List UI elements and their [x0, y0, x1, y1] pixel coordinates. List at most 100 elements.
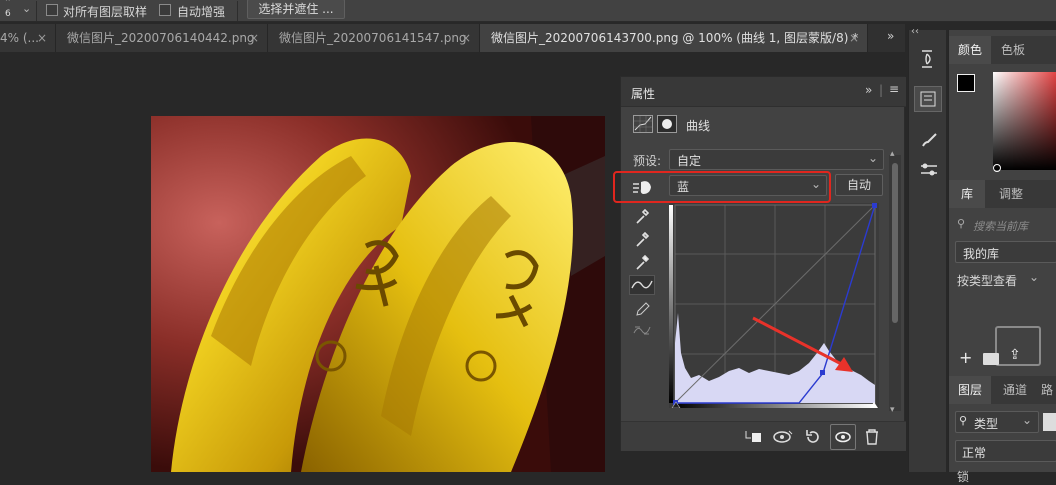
library-actions: + ⇪ — [953, 346, 1056, 370]
tab-label: 微信图片_20200706141547.png — [279, 31, 467, 45]
lock-label: 锁 — [957, 470, 970, 484]
layer-kind-value: 类型 — [974, 417, 999, 431]
tab-paths[interactable]: 路 — [1041, 376, 1056, 404]
library-search[interactable]: ⚲ 搜索当前库 — [953, 215, 1056, 235]
properties-panel-header: 属性 » | ≡ — [621, 77, 906, 107]
tab-document-4-active[interactable]: 微信图片_20200706143700.png @ 100% (曲线 1, 图层… — [480, 24, 868, 52]
edit-points-curve-icon[interactable] — [629, 275, 655, 295]
sample-white-eyedropper-icon[interactable] — [635, 254, 650, 274]
adjustment-name: 曲线 — [686, 119, 711, 133]
library-panel-tabs: 库 调整 — [949, 180, 1056, 208]
search-icon: ⚲ — [959, 414, 968, 427]
upload-icon[interactable]: ⇪ — [1009, 347, 1021, 363]
sample-black-eyedropper-icon[interactable] — [635, 208, 650, 228]
panel-icon-strip: ‹‹ — [908, 26, 946, 472]
target-adjustment-hand-icon[interactable] — [631, 178, 653, 196]
sample-all-layers-checkbox[interactable] — [46, 4, 58, 16]
right-panel-dock: 颜色 色板 库 调整 ⚲ 搜索当前库 我的库 按类型查看 ⌄ + ⇪ 图层 通道… — [948, 30, 1056, 484]
layer-kind-filter[interactable]: ⚲ 类型 ⌄ — [955, 411, 1039, 433]
panel-scrollbar[interactable]: ▴ ▾ — [889, 149, 901, 415]
tab-label: 微信图片_20200706143700.png @ 100% (曲线 1, 图层… — [491, 31, 859, 45]
properties-bottom-bar — [621, 421, 906, 451]
tab-document-2[interactable]: 微信图片_20200706140442.png × — [56, 24, 268, 52]
separator: | — [879, 83, 884, 97]
close-icon[interactable]: × — [461, 24, 471, 52]
divider — [237, 1, 238, 21]
brush-settings-icon[interactable] — [919, 160, 939, 183]
smooth-curve-icon[interactable] — [633, 323, 651, 340]
pencil-draw-icon[interactable] — [635, 301, 651, 320]
add-icon[interactable]: + — [959, 348, 972, 367]
tab-adjustments[interactable]: 调整 — [989, 180, 1033, 208]
preset-value: 自定 — [677, 154, 702, 168]
tab-overflow-icon[interactable]: » — [887, 29, 894, 43]
view-previous-state-icon[interactable] — [772, 428, 794, 446]
layers-panel-tabs: 图层 通道 路 — [949, 376, 1056, 404]
tab-swatches[interactable]: 色板 — [993, 36, 1033, 64]
tab-channels[interactable]: 通道 — [995, 376, 1035, 404]
tab-document-1[interactable]: 4% (... × — [0, 24, 56, 52]
sample-gray-eyedropper-icon[interactable] — [635, 231, 650, 251]
library-select-value: 我的库 — [963, 247, 1000, 261]
preset-select[interactable]: 自定 ⌄ — [669, 149, 884, 170]
chevron-down-icon: ⌄ — [810, 177, 821, 191]
panel-title: 属性 — [631, 87, 656, 101]
tab-label: 微信图片_20200706140442.png — [67, 31, 255, 45]
curves-graph-svg — [669, 203, 879, 409]
brush-icon[interactable] — [919, 130, 939, 153]
select-and-mask-button[interactable]: 选择并遮住 ... — [247, 0, 345, 19]
color-picker-handle[interactable] — [993, 164, 1001, 172]
chevron-down-icon[interactable]: ⌄ — [22, 2, 31, 15]
close-icon[interactable]: × — [849, 24, 859, 52]
properties-panel: 属性 » | ≡ 曲线 预设: 自定 ⌄ 蓝 ⌄ 自动 ▴ ▾ — [613, 76, 906, 451]
close-icon[interactable]: × — [37, 24, 47, 52]
curves-adjustment-icon[interactable] — [633, 115, 653, 133]
close-icon[interactable]: × — [249, 24, 259, 52]
divider — [36, 1, 37, 21]
collapse-icon[interactable]: ‹‹ — [911, 26, 919, 37]
preset-label: 预设: — [633, 154, 662, 168]
filter-image-icon[interactable] — [1043, 413, 1056, 431]
blend-mode-value: 正常 — [962, 446, 987, 460]
reset-icon[interactable] — [804, 428, 822, 446]
chevron-down-icon: ⌄ — [867, 151, 878, 165]
history-icon[interactable] — [918, 48, 938, 73]
curves-graph[interactable] — [669, 203, 879, 409]
brush-size-value: 6 — [5, 9, 11, 19]
tab-label: 4% (... — [0, 31, 39, 45]
library-search-placeholder: 搜索当前库 — [973, 220, 1028, 233]
document-canvas-image[interactable] — [151, 116, 605, 472]
options-bar: ⌃ 6 ⌄ 对所有图层取样 自动增强 选择并遮住 ... — [0, 0, 1056, 22]
auto-button[interactable]: 自动 — [835, 174, 883, 196]
toggle-visibility-icon[interactable] — [830, 424, 856, 450]
search-icon: ⚲ — [957, 217, 966, 230]
tab-color[interactable]: 颜色 — [949, 36, 991, 64]
collapse-panel-icon[interactable]: » — [865, 83, 872, 97]
color-picker-field[interactable] — [993, 72, 1056, 170]
tab-layers[interactable]: 图层 — [949, 376, 991, 404]
color-panel-tabs: 颜色 色板 — [949, 36, 1056, 64]
brush-size-caret-icon[interactable]: ⌃ — [4, 0, 12, 8]
foreground-color-swatch[interactable] — [957, 74, 975, 92]
gold-bracelets-photo — [151, 116, 605, 472]
trash-icon[interactable] — [864, 428, 880, 446]
tab-document-3[interactable]: 微信图片_20200706141547.png × — [268, 24, 480, 52]
auto-enhance-label: 自动增强 — [177, 5, 226, 19]
view-by-type-label: 按类型查看 — [957, 274, 1018, 288]
tab-libraries[interactable]: 库 — [949, 180, 985, 208]
auto-enhance-checkbox[interactable] — [159, 4, 171, 16]
channel-select[interactable]: 蓝 ⌄ — [669, 175, 827, 196]
library-select[interactable]: 我的库 — [955, 241, 1056, 263]
document-tab-bar: 4% (... × 微信图片_20200706140442.png × 微信图片… — [0, 24, 905, 52]
folder-icon[interactable] — [983, 353, 999, 365]
channel-value: 蓝 — [677, 180, 690, 194]
clip-to-layer-icon[interactable] — [743, 428, 763, 446]
sample-all-layers-label: 对所有图层取样 — [63, 5, 148, 19]
layer-mask-icon[interactable] — [657, 115, 677, 133]
chevron-down-icon: ⌄ — [1029, 270, 1040, 284]
chevron-down-icon: ⌄ — [1022, 413, 1033, 427]
properties-panel-icon[interactable] — [914, 86, 942, 112]
blend-mode-select[interactable]: 正常 — [955, 440, 1056, 462]
panel-menu-icon[interactable]: ≡ — [889, 82, 899, 96]
view-by-type-select[interactable]: 按类型查看 ⌄ — [955, 270, 1056, 290]
